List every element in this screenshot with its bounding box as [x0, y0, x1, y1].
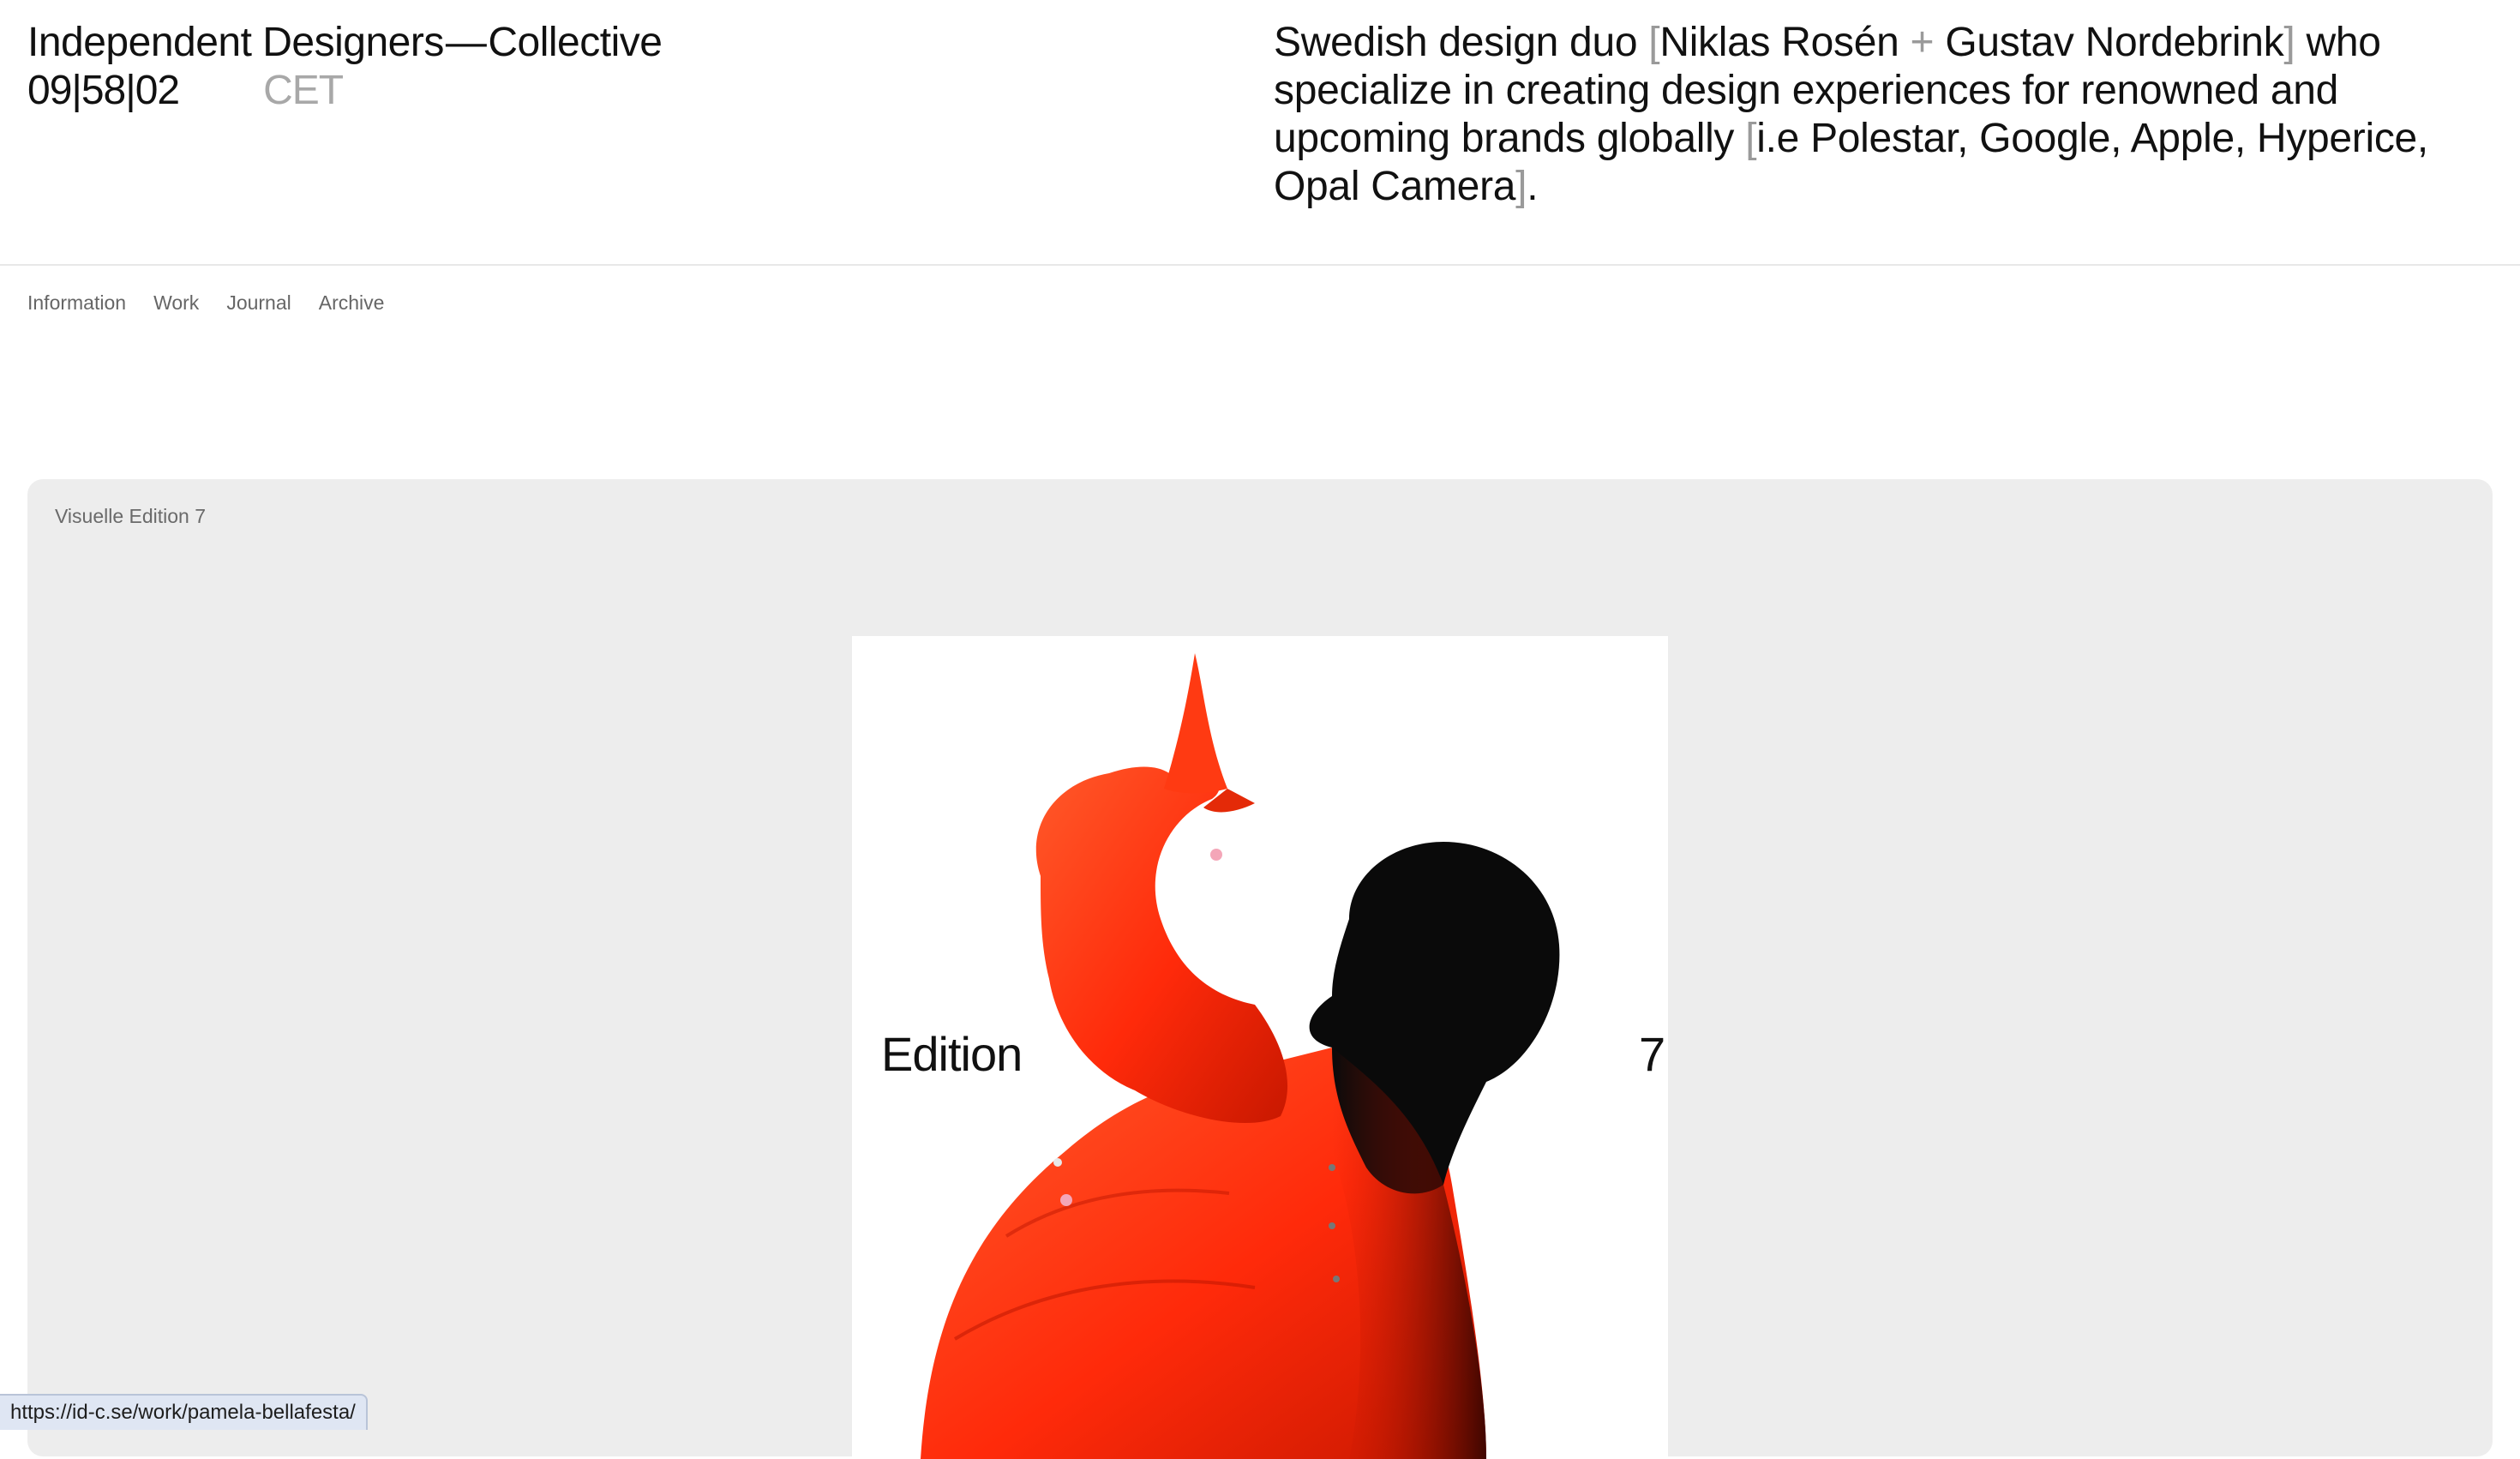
intro-names: Gustav Nordebrink: [1934, 20, 2284, 65]
bracket: ]: [2283, 20, 2295, 65]
brand-left: Independent Designers: [27, 20, 444, 65]
clock: 09|58|02 CET: [27, 67, 344, 115]
intro-text: Swedish design duo [Niklas Rosén + Gusta…: [1274, 19, 2457, 211]
project-cover-image[interactable]: Edition 7: [852, 636, 1668, 1459]
intro-end: .: [1527, 164, 1539, 209]
intro-names: Niklas Rosén: [1659, 20, 1911, 65]
brand-dash: —: [445, 20, 487, 65]
plus-sign: +: [1910, 20, 1935, 65]
main-nav: Information Work Journal Archive: [27, 291, 384, 315]
browser-status-url: https://id-c.se/work/pamela-bellafesta/: [0, 1394, 368, 1430]
cover-number: 7: [1639, 1027, 1666, 1081]
brand-right: Collective: [488, 20, 663, 65]
clock-time: 09|58|02: [27, 68, 180, 113]
bracket: ]: [1515, 164, 1527, 209]
project-card[interactable]: Visuelle Edition 7 Edition 7: [27, 479, 2493, 1459]
bracket: [: [1745, 116, 1757, 161]
bracket: [: [1648, 20, 1660, 65]
nav-work[interactable]: Work: [153, 291, 199, 315]
cover-title: Edition: [881, 1027, 1023, 1081]
project-title: Visuelle Edition 7: [55, 505, 207, 527]
nav-information[interactable]: Information: [27, 291, 126, 315]
nav-archive[interactable]: Archive: [319, 291, 385, 315]
clock-timezone: CET: [263, 68, 344, 113]
site-header: Independent Designers—Collective 09|58|0…: [0, 0, 2520, 266]
intro-part: Swedish design duo: [1274, 20, 1649, 65]
site-brand[interactable]: Independent Designers—Collective: [27, 19, 663, 67]
nav-journal[interactable]: Journal: [226, 291, 291, 315]
